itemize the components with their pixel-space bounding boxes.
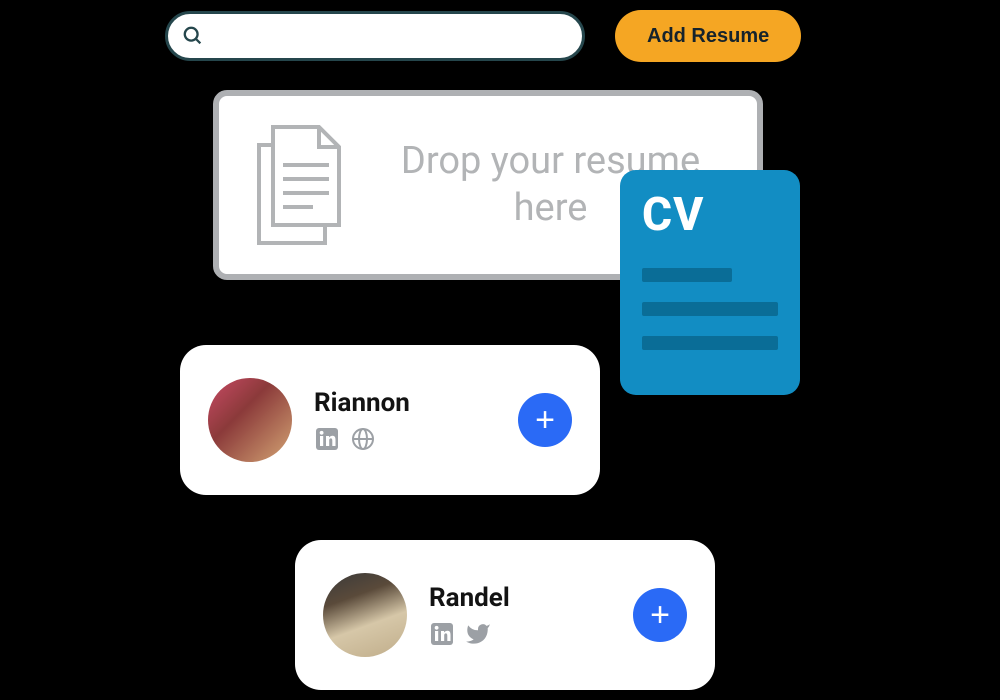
document-stack-icon — [249, 125, 349, 245]
candidate-card: Riannon + — [180, 345, 600, 495]
add-candidate-button[interactable]: + — [633, 588, 687, 642]
candidate-info: Randel — [429, 583, 611, 647]
cv-line-decoration — [642, 302, 778, 316]
social-links — [429, 621, 611, 647]
social-links — [314, 426, 496, 452]
plus-icon: + — [650, 598, 670, 632]
twitter-icon[interactable] — [465, 621, 491, 647]
add-resume-button[interactable]: Add Resume — [615, 10, 801, 62]
top-bar: Add Resume — [165, 10, 801, 62]
search-icon — [182, 25, 204, 47]
cv-label: CV — [642, 188, 778, 242]
candidate-name: Randel — [429, 583, 611, 613]
candidate-info: Riannon — [314, 388, 496, 452]
cv-line-decoration — [642, 336, 778, 350]
avatar — [208, 378, 292, 462]
cv-line-decoration — [642, 268, 732, 282]
globe-icon[interactable] — [350, 426, 376, 452]
candidate-card: Randel + — [295, 540, 715, 690]
search-input[interactable] — [212, 27, 568, 45]
linkedin-icon[interactable] — [314, 426, 340, 452]
cv-document-card: CV — [620, 170, 800, 395]
linkedin-icon[interactable] — [429, 621, 455, 647]
avatar — [323, 573, 407, 657]
search-bar[interactable] — [165, 11, 585, 61]
candidate-name: Riannon — [314, 388, 496, 418]
plus-icon: + — [535, 403, 555, 437]
add-candidate-button[interactable]: + — [518, 393, 572, 447]
